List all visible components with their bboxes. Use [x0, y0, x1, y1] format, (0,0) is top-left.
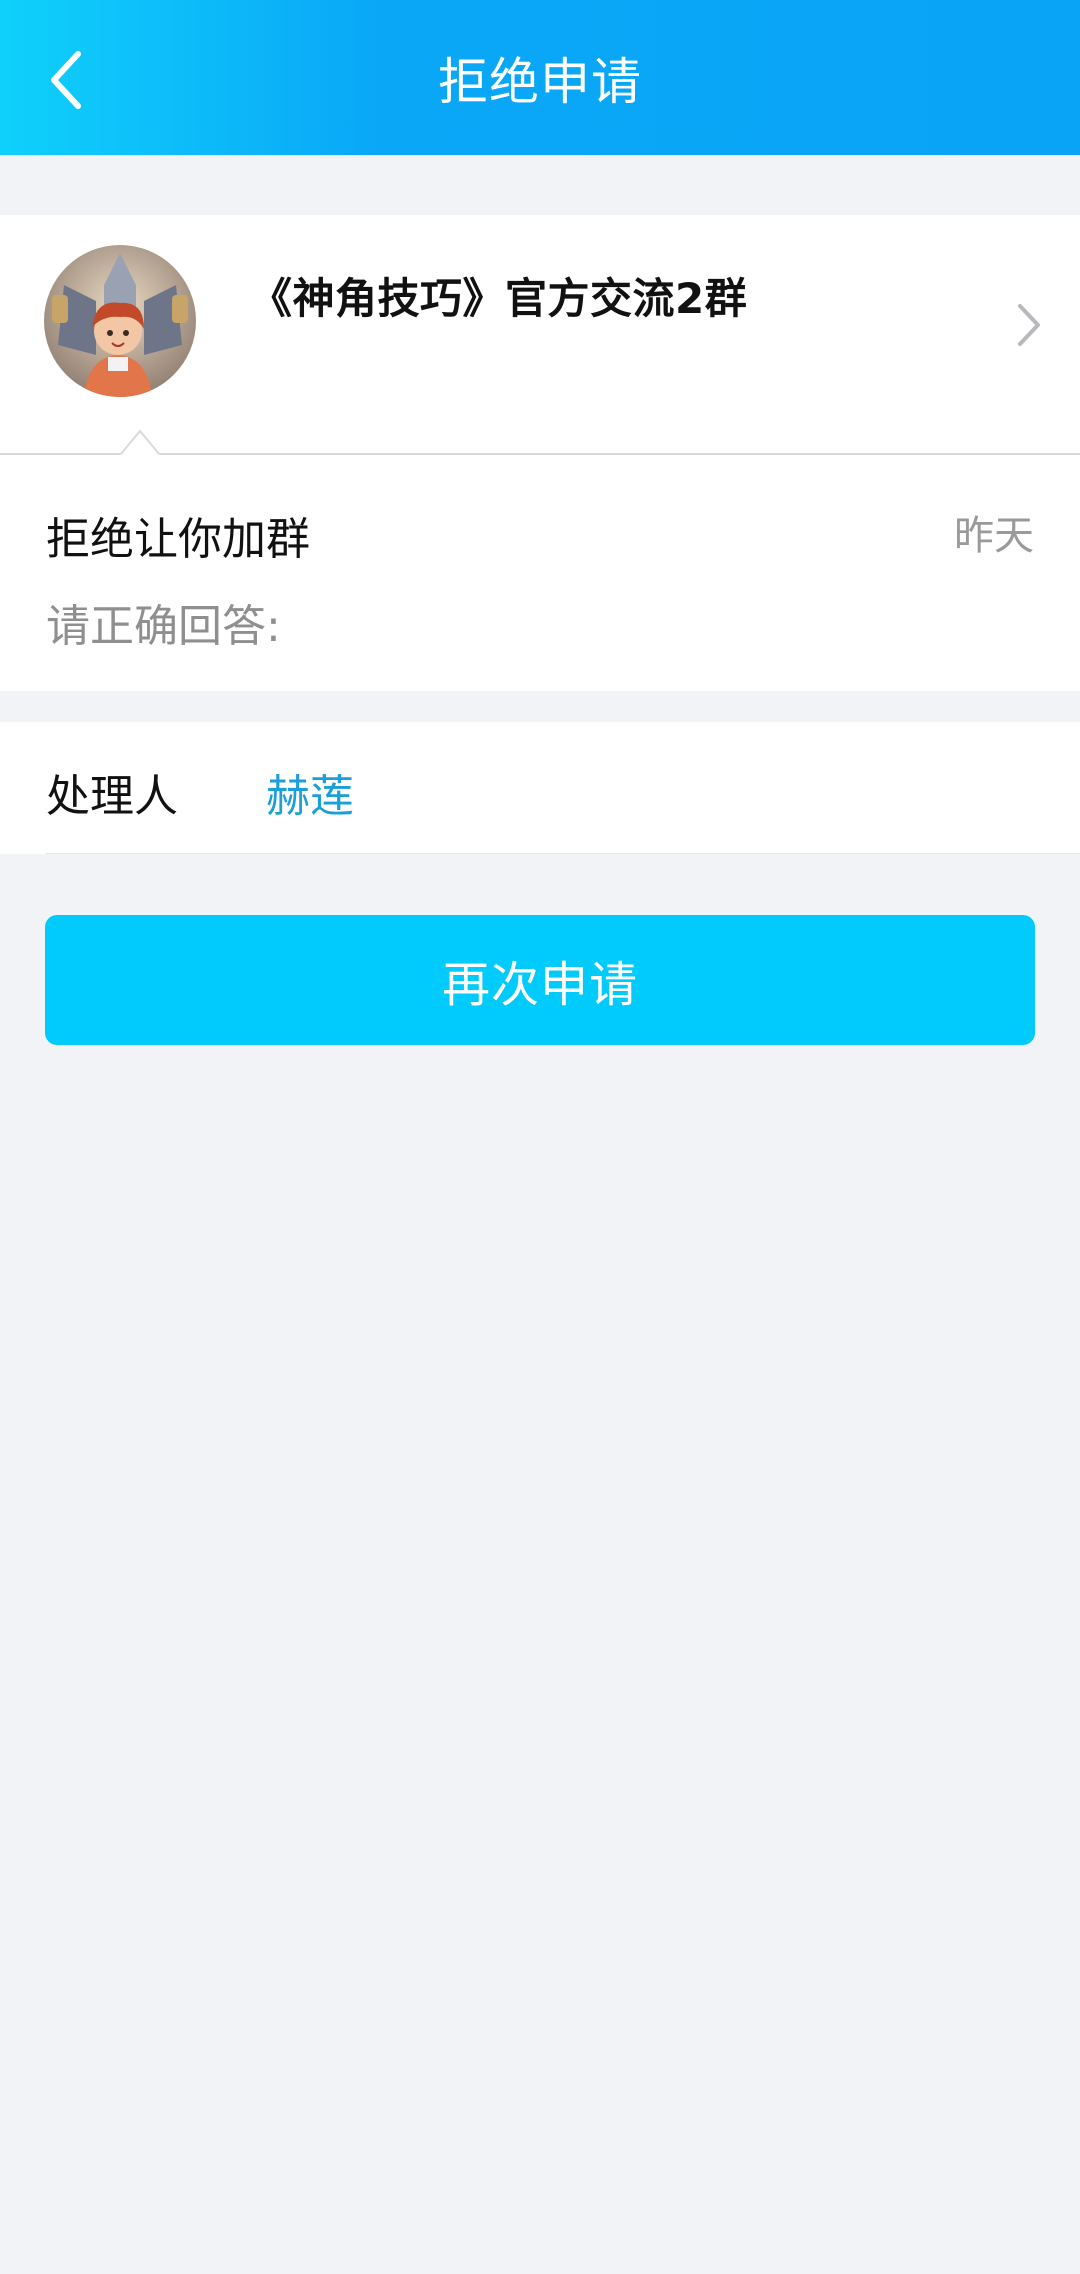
rejection-time: 昨天: [954, 513, 1034, 559]
handler-row: 处理人 赫莲: [0, 722, 1080, 854]
rejection-message: 拒绝让你加群 昨天 请正确回答:: [0, 455, 1080, 691]
page-title: 拒绝申请: [438, 52, 642, 111]
rejection-prompt: 请正确回答:: [46, 601, 281, 652]
handler-label: 处理人: [46, 771, 178, 822]
group-card[interactable]: 《神角技巧》官方交流2群: [0, 215, 1080, 455]
title-bar: 拒绝申请: [0, 0, 1080, 155]
group-name: 《神角技巧》官方交流2群: [250, 274, 748, 323]
pointer-notch: [120, 429, 160, 456]
apply-again-button[interactable]: 再次申请: [45, 915, 1035, 1045]
rejection-text: 拒绝让你加群: [46, 514, 310, 565]
row-divider: [46, 853, 1080, 854]
handler-name-link[interactable]: 赫莲: [266, 760, 354, 824]
chevron-right-icon: [1018, 304, 1040, 346]
group-avatar: [44, 245, 196, 397]
